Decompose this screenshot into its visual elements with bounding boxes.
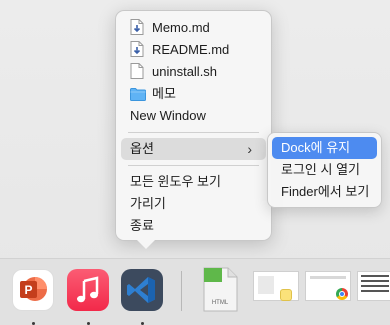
options-item[interactable]: 옵션 › bbox=[121, 138, 266, 160]
document-icon bbox=[130, 63, 144, 79]
thumbnail-content bbox=[361, 275, 389, 295]
vscode-icon bbox=[127, 277, 155, 303]
show-all-windows-item[interactable]: 모든 윈도우 보기 bbox=[116, 171, 271, 193]
recent-file-label: Memo.md bbox=[152, 20, 210, 35]
html-file-item[interactable]: HTML bbox=[200, 267, 240, 313]
keep-in-dock-label: Dock에 유지 bbox=[281, 140, 351, 155]
dock: P HTML bbox=[0, 258, 390, 325]
music-note-icon bbox=[77, 276, 99, 303]
new-window-label: New Window bbox=[130, 108, 206, 123]
recent-file-memo[interactable]: Memo.md bbox=[116, 17, 271, 39]
dock-divider bbox=[181, 271, 182, 311]
new-window-item[interactable]: New Window bbox=[116, 105, 271, 127]
html-file-label: HTML bbox=[211, 300, 229, 306]
quit-item[interactable]: 종료 bbox=[116, 215, 271, 237]
dock-context-menu: Memo.md README.md uninstall.sh 메모 New Wi… bbox=[115, 10, 272, 241]
keep-in-dock-item[interactable]: Dock에 유지 bbox=[272, 137, 377, 159]
menu-divider bbox=[128, 165, 259, 166]
svg-text:P: P bbox=[24, 283, 32, 297]
show-all-windows-label: 모든 윈도우 보기 bbox=[130, 174, 221, 189]
chrome-icon-center bbox=[339, 291, 345, 297]
options-label: 옵션 bbox=[130, 141, 154, 156]
menu-divider bbox=[128, 132, 259, 133]
chrome-icon bbox=[336, 288, 348, 300]
recent-file-label: README.md bbox=[152, 42, 230, 57]
recent-file-label: 메모 bbox=[152, 86, 176, 101]
powerpoint-app[interactable]: P bbox=[12, 269, 54, 311]
notes-badge-icon bbox=[280, 289, 292, 301]
options-submenu: Dock에 유지 로그인 시 열기 Finder에서 보기 bbox=[267, 132, 382, 208]
open-at-login-label: 로그인 시 열기 bbox=[281, 162, 360, 177]
open-at-login-item[interactable]: 로그인 시 열기 bbox=[268, 159, 381, 181]
recent-file-uninstall[interactable]: uninstall.sh bbox=[116, 61, 271, 83]
minimized-window-thumbnail[interactable] bbox=[253, 271, 299, 301]
recent-folder-memo[interactable]: 메모 bbox=[116, 83, 271, 105]
thumbnail-content bbox=[258, 276, 274, 294]
chevron-right-icon: › bbox=[247, 141, 252, 157]
minimized-window-thumbnail[interactable] bbox=[357, 271, 390, 301]
vscode-app[interactable] bbox=[121, 269, 163, 311]
hide-label: 가리기 bbox=[130, 196, 166, 211]
music-app[interactable] bbox=[67, 269, 109, 311]
recent-file-label: uninstall.sh bbox=[152, 64, 218, 79]
powerpoint-icon: P bbox=[20, 277, 47, 301]
folder-icon bbox=[130, 86, 146, 102]
recent-file-readme[interactable]: README.md bbox=[116, 39, 271, 61]
show-in-finder-label: Finder에서 보기 bbox=[281, 184, 370, 199]
markdown-file-icon bbox=[130, 19, 144, 35]
show-in-finder-item[interactable]: Finder에서 보기 bbox=[268, 181, 381, 203]
menu-pointer bbox=[137, 240, 155, 249]
thumbnail-content bbox=[310, 276, 346, 279]
hide-item[interactable]: 가리기 bbox=[116, 193, 271, 215]
markdown-file-icon bbox=[130, 41, 144, 57]
html-file-icon bbox=[203, 267, 238, 312]
quit-label: 종료 bbox=[130, 218, 154, 233]
minimized-window-thumbnail[interactable] bbox=[305, 271, 351, 301]
